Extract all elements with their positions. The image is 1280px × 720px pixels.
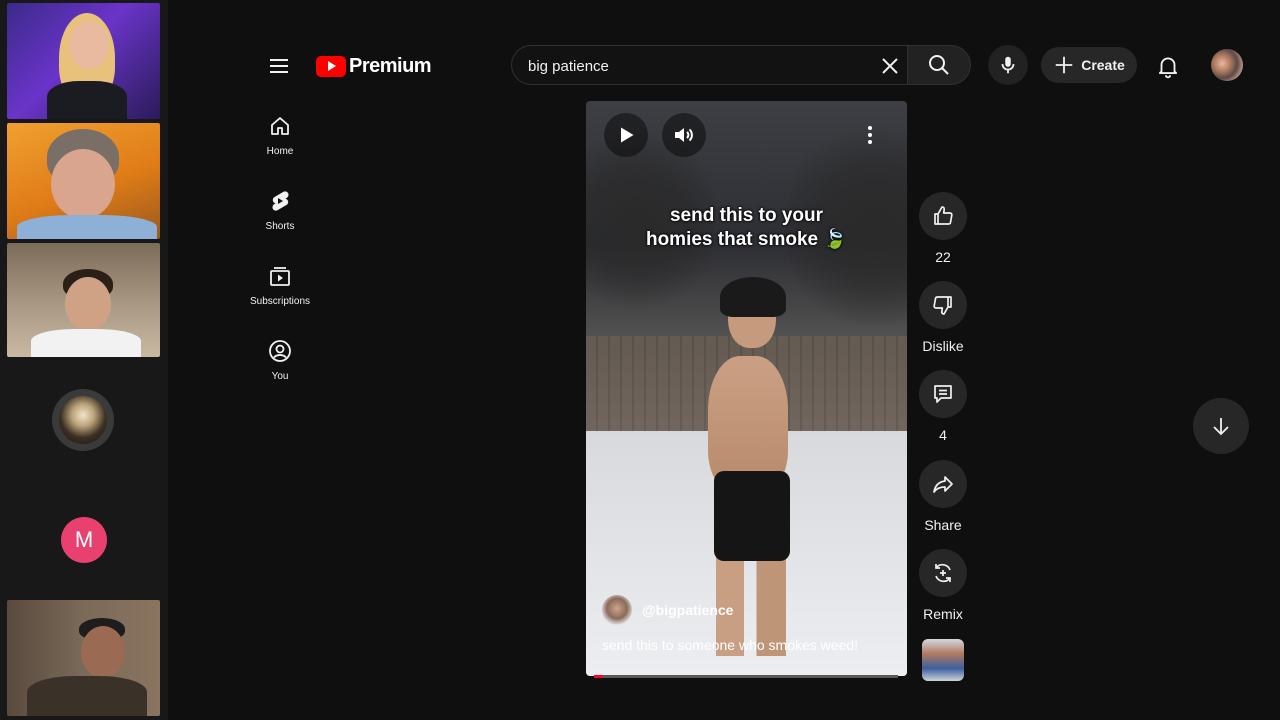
participant-body [31, 329, 141, 357]
person-shorts [714, 471, 790, 561]
more-vert-icon [868, 126, 872, 144]
overlay-caption-line: send this to your [669, 205, 824, 226]
close-icon [882, 58, 898, 74]
microphone-icon [1001, 56, 1015, 74]
participant-tile-2[interactable] [7, 123, 160, 239]
account-avatar[interactable] [1211, 49, 1243, 81]
share-label: Share [924, 517, 962, 533]
volume-icon [675, 128, 693, 142]
sidebar-item-home[interactable]: Home [242, 114, 318, 174]
participant-tile-1[interactable] [7, 3, 160, 119]
comment-icon [934, 385, 952, 403]
dislike-button[interactable] [919, 281, 967, 329]
channel-avatar[interactable] [602, 595, 632, 625]
volume-button[interactable] [662, 113, 706, 157]
menu-button[interactable] [268, 55, 290, 77]
play-icon [621, 127, 634, 143]
participant-initial-avatar[interactable]: M [61, 517, 107, 563]
participant-body [17, 215, 157, 239]
search-input[interactable] [526, 54, 860, 78]
thumbs-down-icon [933, 296, 952, 315]
participant-face [69, 21, 109, 69]
logo-text: Premium [349, 54, 432, 77]
sidebar-item-label: You [271, 371, 289, 382]
participant-tile-4[interactable] [7, 600, 160, 716]
comment-count: 4 [939, 427, 947, 443]
sidebar-item-subscriptions[interactable]: Subscriptions [242, 264, 318, 324]
avatar-image [59, 396, 107, 444]
participant-avatar-image[interactable] [52, 389, 114, 451]
voice-search-button[interactable] [988, 45, 1028, 85]
remix-label: Remix [923, 606, 963, 622]
like-count: 22 [935, 249, 951, 265]
youtube-premium-logo[interactable]: Premium [316, 54, 432, 78]
sound-source-thumbnail[interactable] [922, 639, 964, 681]
video-progress-fill [594, 675, 604, 678]
create-button[interactable]: Create [1041, 47, 1137, 83]
participant-body [47, 81, 127, 119]
remix-action: Remix [918, 549, 968, 622]
arrow-down-icon [1213, 418, 1229, 436]
participant-face [65, 277, 111, 331]
video-overlay-caption: send this to your homies that smoke 🍃 [586, 204, 907, 252]
participant-tile-3[interactable] [7, 243, 160, 357]
search-button[interactable] [907, 45, 971, 85]
short-video-player[interactable]: send this to your homies that smoke 🍃 @b… [586, 101, 907, 676]
channel-row[interactable]: @bigpatience [602, 595, 733, 625]
participant-face [51, 149, 115, 219]
play-button[interactable] [604, 113, 648, 157]
youtube-logo-icon [316, 55, 346, 77]
menu-icon [270, 59, 288, 61]
notifications-button[interactable] [1155, 53, 1181, 79]
sidebar-item-you[interactable]: You [242, 339, 318, 399]
shorts-icon [272, 191, 289, 211]
comment-action: 4 [918, 370, 968, 443]
remix-button[interactable] [919, 549, 967, 597]
overlay-caption-line: homies that smoke 🍃 [645, 229, 848, 250]
channel-handle[interactable]: @bigpatience [642, 602, 733, 618]
bell-icon [1158, 57, 1178, 79]
plus-icon [1055, 56, 1073, 74]
thumbs-up-icon [934, 206, 953, 225]
search-icon [929, 55, 949, 75]
sidebar-item-label: Subscriptions [249, 296, 311, 307]
more-options-button[interactable] [858, 121, 882, 149]
like-button[interactable] [919, 192, 967, 240]
remix-icon [935, 563, 951, 583]
dislike-label: Dislike [922, 338, 964, 354]
clear-search-button[interactable] [878, 54, 902, 78]
share-action: Share [918, 460, 968, 533]
avatar-initial: M [74, 527, 94, 552]
person-hat [720, 277, 786, 317]
next-short-button[interactable] [1193, 398, 1249, 454]
video-call-strip: M [0, 0, 168, 720]
like-action: 22 [918, 192, 968, 265]
sidebar-item-label: Shorts [265, 221, 295, 232]
sidebar-item-label: Home [266, 146, 294, 157]
search-box [511, 45, 907, 85]
dislike-action: Dislike [918, 281, 968, 354]
comments-button[interactable] [919, 370, 967, 418]
subscriptions-icon [270, 267, 290, 286]
participant-face [81, 626, 125, 678]
participant-body [27, 676, 147, 716]
create-label: Create [1081, 57, 1125, 73]
video-description[interactable]: send this to someone who smokes weed! [602, 637, 858, 653]
share-icon [933, 476, 953, 493]
video-progress-bar[interactable] [594, 675, 898, 678]
you-icon [269, 340, 291, 362]
share-button[interactable] [919, 460, 967, 508]
home-icon [271, 117, 289, 135]
sidebar-item-shorts[interactable]: Shorts [242, 189, 318, 249]
